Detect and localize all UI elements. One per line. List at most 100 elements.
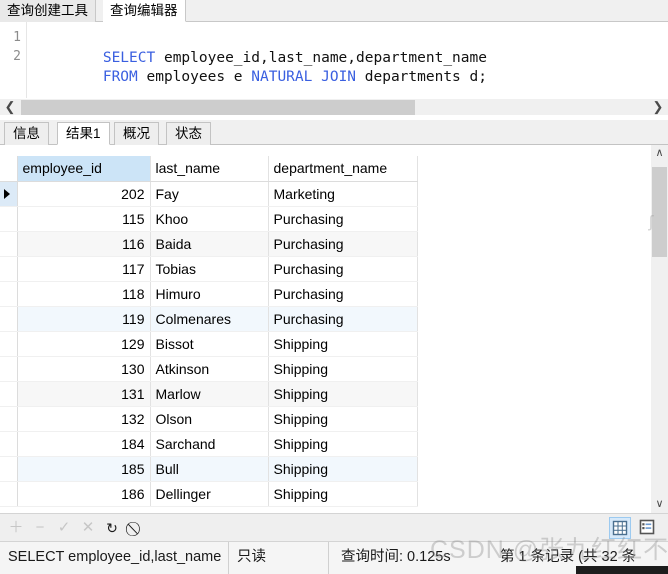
cell-department-name[interactable]: Shipping (268, 481, 418, 507)
row-marker[interactable] (0, 331, 18, 357)
vertical-scroll-thumb[interactable] (652, 167, 667, 257)
sql-keyword: SELECT (102, 50, 156, 66)
cell-department-name[interactable]: Shipping (268, 331, 418, 357)
cell-department-name[interactable]: Shipping (268, 456, 418, 482)
scroll-down-icon[interactable]: ∨ (651, 496, 668, 513)
status-sql-text: SELECT employee_id,last_name (8, 549, 222, 565)
status-readonly: 只读 (228, 542, 274, 574)
table-row[interactable]: 132 Olson Shipping (0, 406, 418, 432)
cell-employee-id[interactable]: 185 (17, 456, 151, 482)
cell-employee-id[interactable]: 119 (17, 306, 151, 332)
table-row[interactable]: 130 Atkinson Shipping (0, 356, 418, 382)
cell-employee-id[interactable]: 184 (17, 431, 151, 457)
row-marker[interactable] (0, 306, 18, 332)
row-marker[interactable] (0, 381, 18, 407)
table-row[interactable]: 186 Dellinger Shipping (0, 481, 418, 507)
cell-last-name[interactable]: Tobias (150, 256, 269, 282)
grid-vertical-scrollbar[interactable]: ∧ ∨ (651, 145, 668, 513)
row-marker[interactable] (0, 181, 18, 207)
tab-query-editor[interactable]: 查询编辑器 (103, 0, 186, 22)
add-record-icon[interactable]: ＋ (6, 518, 26, 538)
cancel-change-icon[interactable]: ✕ (78, 518, 98, 538)
cell-employee-id[interactable]: 129 (17, 331, 151, 357)
table-row[interactable]: 202 Fay Marketing (0, 181, 418, 207)
table-row[interactable]: 117 Tobias Purchasing (0, 256, 418, 282)
window-edge-artifact (576, 566, 668, 574)
cell-last-name[interactable]: Atkinson (150, 356, 269, 382)
scroll-up-icon[interactable]: ∧ (651, 145, 668, 162)
row-marker[interactable] (0, 456, 18, 482)
cell-last-name[interactable]: Marlow (150, 381, 269, 407)
table-row[interactable]: 184 Sarchand Shipping (0, 431, 418, 457)
editor-horizontal-scrollbar[interactable]: ❮ ❯ (0, 98, 668, 115)
column-header-department-name[interactable]: department_name (268, 156, 418, 182)
tab-query-builder[interactable]: 查询创建工具 (0, 0, 96, 22)
row-marker[interactable] (0, 256, 18, 282)
cell-employee-id[interactable]: 186 (17, 481, 151, 507)
row-marker[interactable] (0, 481, 18, 507)
tab-status[interactable]: 状态 (166, 122, 211, 145)
cell-last-name[interactable]: Olson (150, 406, 269, 432)
remove-record-icon[interactable]: − (30, 518, 50, 538)
cell-last-name[interactable]: Fay (150, 181, 269, 207)
row-marker[interactable] (0, 406, 18, 432)
cell-last-name[interactable]: Sarchand (150, 431, 269, 457)
cell-last-name[interactable]: Khoo (150, 206, 269, 232)
cell-last-name[interactable]: Himuro (150, 281, 269, 307)
cell-department-name[interactable]: Shipping (268, 356, 418, 382)
cell-last-name[interactable]: Bull (150, 456, 269, 482)
cell-employee-id[interactable]: 115 (17, 206, 151, 232)
cell-last-name[interactable]: Colmenares (150, 306, 269, 332)
row-marker[interactable] (0, 431, 18, 457)
scroll-left-icon[interactable]: ❮ (2, 99, 18, 115)
result-grid[interactable]: employee_id last_name department_name 20… (0, 145, 668, 513)
row-marker[interactable] (0, 206, 18, 232)
cell-employee-id[interactable]: 116 (17, 231, 151, 257)
table-row[interactable]: 131 Marlow Shipping (0, 381, 418, 407)
cell-department-name[interactable]: Purchasing (268, 281, 418, 307)
cell-department-name[interactable]: Purchasing (268, 231, 418, 257)
row-marker[interactable] (0, 356, 18, 382)
row-marker[interactable] (0, 281, 18, 307)
tab-status-label: 状态 (175, 126, 202, 141)
cell-department-name[interactable]: Marketing (268, 181, 418, 207)
sql-code-area[interactable]: SELECT employee_id,last_name,department_… (33, 22, 653, 85)
cell-department-name[interactable]: Purchasing (268, 206, 418, 232)
sql-editor[interactable]: 1 2 SELECT employee_id,last_name,departm… (0, 22, 668, 98)
cell-employee-id[interactable]: 118 (17, 281, 151, 307)
table-row[interactable]: 185 Bull Shipping (0, 456, 418, 482)
apply-change-icon[interactable]: ✓ (54, 518, 74, 538)
tab-profile[interactable]: 概况 (114, 122, 159, 145)
cell-employee-id[interactable]: 130 (17, 356, 151, 382)
table-row[interactable]: 115 Khoo Purchasing (0, 206, 418, 232)
form-view-icon[interactable] (636, 517, 658, 539)
cell-department-name[interactable]: Shipping (268, 381, 418, 407)
cell-employee-id[interactable]: 131 (17, 381, 151, 407)
cell-employee-id[interactable]: 117 (17, 256, 151, 282)
tab-info[interactable]: 信息 (4, 122, 49, 145)
line-number-gutter: 1 2 (0, 22, 27, 98)
cell-department-name[interactable]: Purchasing (268, 256, 418, 282)
stop-icon[interactable]: ⃠ (126, 518, 146, 538)
table-row[interactable]: 118 Himuro Purchasing (0, 281, 418, 307)
cell-employee-id[interactable]: 132 (17, 406, 151, 432)
table-row[interactable]: 119 Colmenares Purchasing (0, 306, 418, 332)
column-header-last-name[interactable]: last_name (150, 156, 269, 182)
tab-result1[interactable]: 结果1 (57, 122, 110, 145)
cell-department-name[interactable]: Shipping (268, 406, 418, 432)
row-marker[interactable] (0, 231, 18, 257)
cell-last-name[interactable]: Dellinger (150, 481, 269, 507)
cell-department-name[interactable]: Shipping (268, 431, 418, 457)
horizontal-scroll-thumb[interactable] (21, 100, 415, 115)
refresh-icon[interactable]: ↻ (102, 518, 122, 538)
cell-employee-id[interactable]: 202 (17, 181, 151, 207)
scroll-right-icon[interactable]: ❯ (650, 99, 666, 115)
table-row[interactable]: 116 Baida Purchasing (0, 231, 418, 257)
cell-department-name[interactable]: Purchasing (268, 306, 418, 332)
column-header-employee-id[interactable]: employee_id (17, 156, 151, 182)
cell-last-name[interactable]: Bissot (150, 331, 269, 357)
grid-view-icon[interactable] (609, 517, 631, 539)
cell-last-name[interactable]: Baida (150, 231, 269, 257)
status-query-time: 查询时间: 0.125s (328, 542, 459, 574)
table-row[interactable]: 129 Bissot Shipping (0, 331, 418, 357)
